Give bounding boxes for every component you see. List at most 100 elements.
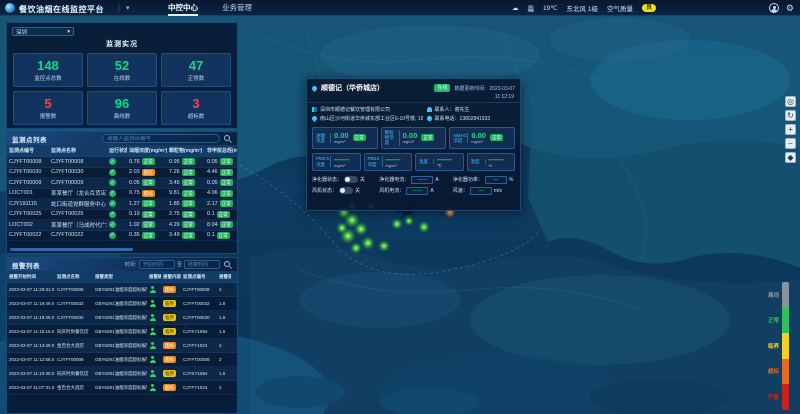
- refresh-icon[interactable]: ↻: [785, 110, 796, 121]
- status-badge: 正常: [182, 200, 195, 207]
- table-cell: GBY6291油烟浓度超标报警: [93, 357, 147, 363]
- measure-icon[interactable]: ◎: [785, 96, 796, 107]
- monitor-table-scrollbar[interactable]: [10, 248, 234, 251]
- end-time-input[interactable]: 结束时间: [184, 260, 220, 269]
- alarm-row[interactable]: 2023-03-07 11:15:15.0同庆时尚餐饮店GBY6291油烟浓度超…: [7, 325, 237, 339]
- table-cell: 金百合大酒店: [55, 343, 93, 349]
- table-cell: 临界: [161, 314, 181, 321]
- table-cell: [147, 370, 161, 377]
- status-badge: 超标: [142, 190, 155, 197]
- metric-value: 2.03: [129, 169, 140, 175]
- status-badge: 正常: [421, 134, 434, 141]
- tab-control-center[interactable]: 中控中心: [168, 0, 198, 16]
- alarm-row[interactable]: 2023-03-07 11:29:31.0CJYFT00008GBY6291油烟…: [7, 283, 237, 297]
- metric-label: PM10浓度: [368, 156, 383, 166]
- alarm-row[interactable]: 2023-03-07 11:19:49.0CJYFT00030GBY6291油烟…: [7, 311, 237, 325]
- table-cell: CJYFT00008: [49, 159, 107, 165]
- table-cell: 0.05正常: [205, 179, 237, 186]
- stat-value: 47: [189, 59, 203, 72]
- table-row[interactable]: CJYFT00022CJYFT00022✓0.35正常3.49正常0.1正常: [7, 231, 237, 242]
- zoom-in-icon[interactable]: +: [785, 124, 796, 135]
- alarm-row[interactable]: 2023-03-07 11:14:49.0金百合大酒店GBY6291油烟浓度超标…: [7, 339, 237, 353]
- phone-icon: [427, 115, 433, 122]
- table-cell: 某某餐厅（龙合百货店）: [49, 189, 107, 197]
- start-time-input[interactable]: 开始时间: [139, 260, 175, 269]
- toggle-switch[interactable]: [344, 176, 358, 183]
- status-badge: 临界: [163, 314, 176, 321]
- time-filter-label: 时间:: [125, 261, 136, 268]
- table-row[interactable]: CJYFT00030CJYFT00030✓2.03超标7.26正常4.46正常: [7, 168, 237, 179]
- status-badge: 正常: [490, 134, 503, 141]
- table-cell: [147, 328, 161, 335]
- control-label: 风机状态：: [312, 187, 337, 194]
- metric-label: 湿度: [471, 159, 486, 164]
- table-cell: CJYFT00030: [49, 169, 107, 175]
- table-cell: 2023-03-07 11:14:49.0: [7, 343, 55, 348]
- locate-icon[interactable]: ◆: [785, 152, 796, 163]
- toggle-state: 关: [355, 187, 360, 194]
- status-badge: 正常: [142, 200, 155, 207]
- device-control: 风速：—m/s: [453, 187, 515, 195]
- table-cell: CJYFT00030: [7, 169, 49, 175]
- user-avatar-icon[interactable]: [769, 3, 779, 13]
- tab-business-mgmt[interactable]: 业务管理: [222, 0, 252, 16]
- confirm-person-icon[interactable]: [149, 370, 156, 377]
- device-control: 风机状态： 关: [312, 187, 377, 195]
- alarm-row[interactable]: 2023-03-07 11:12:58.0CJYFT00008GBY6291油烟…: [7, 353, 237, 367]
- metric-value: 0.19: [129, 211, 140, 217]
- confirm-person-icon[interactable]: [149, 342, 156, 349]
- settings-gear-icon[interactable]: ⚙: [786, 0, 794, 16]
- table-cell: 0.35正常: [127, 232, 167, 239]
- table-row[interactable]: LOCT002某某餐厅（马成时代广场店）✓1.02正常4.29正常8.04正常: [7, 220, 237, 231]
- confirm-person-icon[interactable]: [149, 300, 156, 307]
- metric-card: 颗粒物浓度0.00mg/m³正常: [381, 127, 447, 149]
- monitor-search-input[interactable]: [107, 136, 215, 142]
- alarm-search-icon[interactable]: [224, 261, 232, 269]
- table-row[interactable]: CJY191115蛇口街道党群服务中心✓1.27正常1.85正常2.17正常: [7, 199, 237, 210]
- status-badge: 正常: [220, 158, 233, 165]
- region-select[interactable]: 深圳 ▾: [12, 27, 74, 36]
- table-cell: GBY6291油烟浓度超标报警: [93, 371, 147, 377]
- metric-value: 0.00: [471, 132, 486, 139]
- weather-condition: 霾: [528, 3, 535, 13]
- confirm-person-icon[interactable]: [149, 314, 156, 321]
- stat-card: 148监控点总数: [13, 53, 83, 87]
- confirm-person-icon[interactable]: [149, 384, 156, 391]
- control-label: 净化器电流：: [379, 176, 409, 183]
- confirm-person-icon[interactable]: [149, 356, 156, 363]
- table-cell: 8.04正常: [205, 221, 237, 228]
- zoom-out-icon[interactable]: −: [785, 138, 796, 149]
- table-cell: 9.81正常: [167, 190, 205, 197]
- status-badge: 超标: [163, 384, 176, 391]
- table-cell: 2023-03-07 11:10:30.0: [7, 371, 55, 376]
- confirm-person-icon[interactable]: [149, 286, 156, 293]
- column-header: 监测点名称: [49, 147, 107, 154]
- search-icon[interactable]: [224, 135, 232, 143]
- confirm-person-icon[interactable]: [149, 328, 156, 335]
- table-row[interactable]: CJYFT00009CJYFT00009✓0.05正常3.45正常0.05正常: [7, 178, 237, 189]
- metric-value: 3.49: [169, 232, 180, 238]
- table-cell: CJYFT00008: [7, 159, 49, 165]
- alarm-row[interactable]: 2023-03-07 11:10:30.0同庆时尚餐饮店GBY6291油烟浓度超…: [7, 367, 237, 381]
- address-row: 南山区沙河街道华侨城东部工业区6-10号楼, 10: [312, 115, 423, 122]
- status-badge: 正常: [182, 221, 195, 228]
- table-cell: CJYFT00022: [49, 232, 107, 238]
- building-icon: [312, 107, 317, 112]
- table-cell: 某某餐厅（马成时代广场店）: [49, 221, 107, 229]
- cloud-icon: ☁: [512, 4, 519, 12]
- alarm-row[interactable]: 2023-03-07 11:19:49.0CJYFT00032GBY6291油烟…: [7, 297, 237, 311]
- table-row[interactable]: CJYFT00008CJYFT00008✓0.76正常0.95正常0.05正常: [7, 157, 237, 168]
- table-row[interactable]: CJYFT00025CJYFT00025✓0.19正常2.75正常0.1正常: [7, 210, 237, 221]
- toggle-switch[interactable]: [339, 187, 353, 194]
- table-row[interactable]: LOCT001某某餐厅（龙合百货店）✓0.75超标9.81正常4.06正常: [7, 189, 237, 200]
- metric-label: 油烟浓度: [316, 133, 331, 143]
- table-cell: 0.05正常: [205, 158, 237, 165]
- alarm-row[interactable]: 2023-03-07 11:07:31.0金百合大酒店GBY6291油烟浓度超标…: [7, 381, 237, 395]
- table-cell: GBY6291油烟浓度超标报警: [93, 315, 147, 321]
- table-cell: CJYFT00030: [55, 315, 93, 320]
- app-switcher-caret[interactable]: ▾: [126, 4, 130, 12]
- table-cell: 2: [217, 385, 231, 390]
- table-cell: 2.75正常: [167, 211, 205, 218]
- metric-value-wrap: ——℃: [437, 156, 452, 168]
- table-cell: [147, 384, 161, 391]
